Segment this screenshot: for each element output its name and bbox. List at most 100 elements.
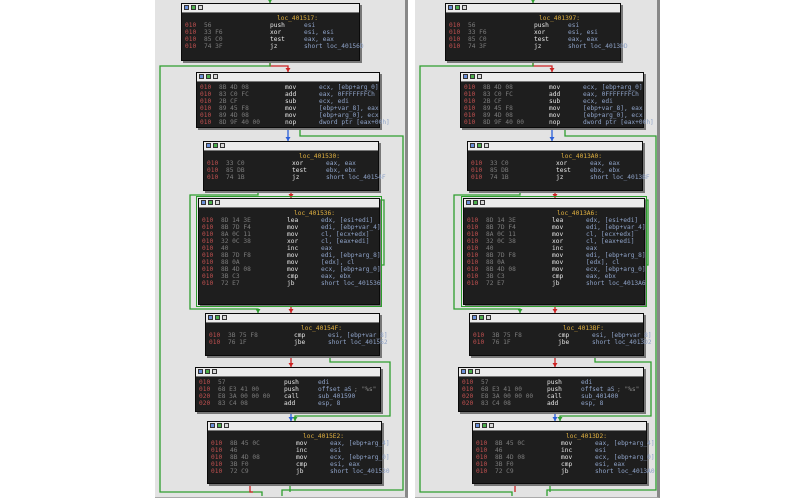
instruction-row[interactable]: 020 83 C4 08 add esp, 8 — [459, 400, 643, 407]
block-text-icon[interactable] — [222, 315, 227, 320]
instruction-row[interactable]: 010 74 3F jz short loc_40156D — [182, 43, 364, 50]
block-graph-icon[interactable] — [463, 74, 468, 79]
block-text-icon[interactable] — [486, 315, 491, 320]
block-text-icon[interactable] — [198, 5, 203, 10]
block-titlebar[interactable] — [204, 142, 378, 151]
instruction-row[interactable]: 010 8B 4D 08 mov ecx, [ebp+arg_0] — [197, 84, 379, 91]
block-text-icon[interactable] — [475, 369, 480, 374]
block-label[interactable]: loc_401536: — [294, 210, 335, 217]
block-label[interactable]: loc_4013D2: — [566, 433, 607, 440]
block-color-icon[interactable] — [208, 200, 213, 205]
instruction-row[interactable]: 020 83 C4 08 add esp, 8 — [196, 400, 380, 407]
block-label[interactable]: loc_4015E2: — [303, 433, 344, 440]
block-graph-icon[interactable] — [210, 423, 215, 428]
instruction-row[interactable]: 010 33 C0 xor eax, eax — [204, 160, 378, 167]
instruction-row[interactable]: 010 33 F6 xor esi, esi — [182, 29, 359, 36]
block-graph-icon[interactable] — [199, 74, 204, 79]
instruction-row[interactable]: 010 72 C9 jb short loc_401530 — [208, 468, 390, 475]
instruction-row[interactable]: 010 8A 0C 11 mov cl, [ecx+edx] — [464, 231, 644, 238]
instruction-row[interactable]: 010 3B C3 cmp eax, ebx — [464, 273, 644, 280]
instruction-row[interactable]: 010 85 C0 test eax, eax — [182, 36, 359, 43]
instruction-row[interactable]: 010 2B CF sub ecx, edi — [461, 98, 643, 105]
block-color-icon[interactable] — [477, 143, 482, 148]
block-label[interactable]: loc_401517: — [277, 15, 318, 22]
instruction-row[interactable]: 010 8B 4D 08 mov ecx, [ebp+arg_0] — [464, 266, 646, 273]
block-color-icon[interactable] — [205, 369, 210, 374]
instruction-row[interactable]: 010 57 push edi — [459, 379, 643, 386]
instruction-row[interactable]: 010 83 C0 FC add eax, 0FFFFFFFCh — [461, 91, 643, 98]
instruction-row[interactable]: 010 68 E3 41 00 push offset aS; "%s" — [196, 386, 380, 393]
block-label[interactable]: loc_401530: — [299, 153, 340, 160]
instruction-row[interactable]: 010 32 0C 38 xor cl, [eax+edi] — [464, 238, 644, 245]
block-text-icon[interactable] — [484, 143, 489, 148]
instruction-row[interactable]: 010 76 1F jbe short loc_401562 — [206, 339, 388, 346]
instruction-row[interactable]: 010 72 C9 jb short loc_4013A0 — [473, 468, 655, 475]
block-color-icon[interactable] — [482, 423, 487, 428]
instruction-row[interactable]: 010 8B 4D 08 mov ecx, [ebp+arg_0] — [208, 454, 390, 461]
instruction-row[interactable]: 010 85 DB test ebx, ebx — [468, 167, 642, 174]
instruction-row[interactable]: 010 8B 7D F4 mov edi, [ebp+var_4] — [464, 224, 646, 231]
instruction-row[interactable]: 010 3B C3 cmp eax, ebx — [199, 273, 379, 280]
instruction-row[interactable]: 010 83 C0 FC add eax, 0FFFFFFFCh — [197, 91, 379, 98]
block-graph-icon[interactable] — [475, 423, 480, 428]
instruction-row[interactable]: 010 32 0C 38 xor cl, [eax+edi] — [199, 238, 379, 245]
block-titlebar[interactable] — [197, 73, 379, 82]
instruction-row[interactable]: 010 56 push esi — [446, 22, 620, 29]
instruction-row[interactable]: 010 85 C0 test eax, eax — [446, 36, 620, 43]
instruction-row[interactable]: 010 88 0A mov [edx], cl — [464, 259, 644, 266]
block-color-icon[interactable] — [470, 74, 475, 79]
block-text-icon[interactable] — [220, 143, 225, 148]
block-color-icon[interactable] — [468, 369, 473, 374]
instruction-row[interactable]: 010 46 inc esi — [473, 447, 646, 454]
block-graph-icon[interactable] — [472, 315, 477, 320]
code-block[interactable]: loc_401530: 010 33 C0 xor eax, eax 010 85 DB te… — [203, 141, 386, 191]
block-text-icon[interactable] — [462, 5, 467, 10]
block-graph-icon[interactable] — [184, 5, 189, 10]
instruction-row[interactable]: 010 40 inc eax — [199, 245, 379, 252]
instruction-row[interactable]: 010 89 45 F8 mov [ebp+var_8], eax — [197, 105, 379, 112]
instruction-row[interactable]: 010 8B 45 0C mov eax, [ebp+arg_4] — [473, 440, 655, 447]
block-color-icon[interactable] — [473, 200, 478, 205]
code-block[interactable]: loc_4013A0: 010 33 C0 xor eax, eax 010 85 DB te… — [467, 141, 650, 191]
block-text-icon[interactable] — [480, 200, 485, 205]
instruction-row[interactable]: 010 72 E7 jb short loc_4013A6 — [464, 280, 646, 287]
instruction-row[interactable]: 010 8A 0C 11 mov cl, [ecx+edx] — [199, 231, 379, 238]
code-block[interactable]: 010 57 push edi 010 68 E3 41 00 push offset aS;… — [458, 367, 644, 412]
instruction-row[interactable]: 010 8D 9F 40 00 nop dword ptr [eax+00h] — [197, 119, 390, 126]
block-graph-icon[interactable] — [198, 369, 203, 374]
instruction-row[interactable]: 010 33 F6 xor esi, esi — [446, 29, 620, 36]
instruction-row[interactable]: 010 3B F0 cmp esi, eax — [208, 461, 381, 468]
block-color-icon[interactable] — [206, 74, 211, 79]
block-titlebar[interactable] — [182, 4, 359, 13]
block-label[interactable]: loc_4013A6: — [557, 210, 598, 217]
code-block[interactable]: loc_40154F: 010 3B 75 F8 cmp esi, [ebp+var_8… — [205, 313, 388, 356]
block-graph-icon[interactable] — [208, 315, 213, 320]
instruction-row[interactable]: 010 8D 9F 40 00 nop dword ptr [eax+00h] — [461, 119, 654, 126]
block-graph-icon[interactable] — [466, 200, 471, 205]
instruction-row[interactable]: 010 89 4D 08 mov [ebp+arg_0], ecx — [197, 112, 379, 119]
block-titlebar[interactable] — [461, 73, 643, 82]
instruction-row[interactable]: 010 89 4D 08 mov [ebp+arg_0], ecx — [461, 112, 643, 119]
instruction-row[interactable]: 010 57 push edi — [196, 379, 380, 386]
instruction-row[interactable]: 010 8B 4D 08 mov ecx, [ebp+arg_0] — [199, 266, 381, 273]
instruction-row[interactable]: 010 8B 4D 08 mov ecx, [ebp+arg_0] — [473, 454, 655, 461]
block-titlebar[interactable] — [470, 314, 643, 323]
code-block[interactable]: loc_401517: 010 56 push esi 010 33 F6 xor esi, e… — [181, 3, 364, 61]
instruction-row[interactable]: 010 8B 4D 08 mov ecx, [ebp+arg_0] — [461, 84, 643, 91]
instruction-row[interactable]: 010 40 inc eax — [464, 245, 644, 252]
instruction-row[interactable]: 010 8B 7D F8 mov edi, [ebp+arg_8] — [464, 252, 646, 259]
block-titlebar[interactable] — [206, 314, 379, 323]
block-titlebar[interactable] — [468, 142, 642, 151]
block-color-icon[interactable] — [455, 5, 460, 10]
instruction-row[interactable]: 010 2B CF sub ecx, edi — [197, 98, 379, 105]
code-block[interactable]: loc_401397: 010 56 push esi 010 33 F6 xor esi, e… — [445, 3, 628, 61]
block-label[interactable]: loc_40154F: — [301, 325, 342, 332]
instruction-row[interactable]: 010 74 1B jz short loc_4013BF — [468, 174, 650, 181]
code-block[interactable]: loc_4013A6: 010 8D 14 3E lea edx, [esi+edi] 0… — [461, 196, 647, 307]
block-graph-icon[interactable] — [206, 143, 211, 148]
code-block[interactable]: loc_4013D2: 010 8B 45 0C mov eax, [ebp+arg_4… — [472, 421, 655, 484]
instruction-row[interactable]: 010 8B 7D F4 mov edi, [ebp+var_4] — [199, 224, 381, 231]
block-color-icon[interactable] — [213, 143, 218, 148]
block-color-icon[interactable] — [479, 315, 484, 320]
instruction-row[interactable]: 010 8D 14 3E lea edx, [esi+edi] — [464, 217, 644, 224]
